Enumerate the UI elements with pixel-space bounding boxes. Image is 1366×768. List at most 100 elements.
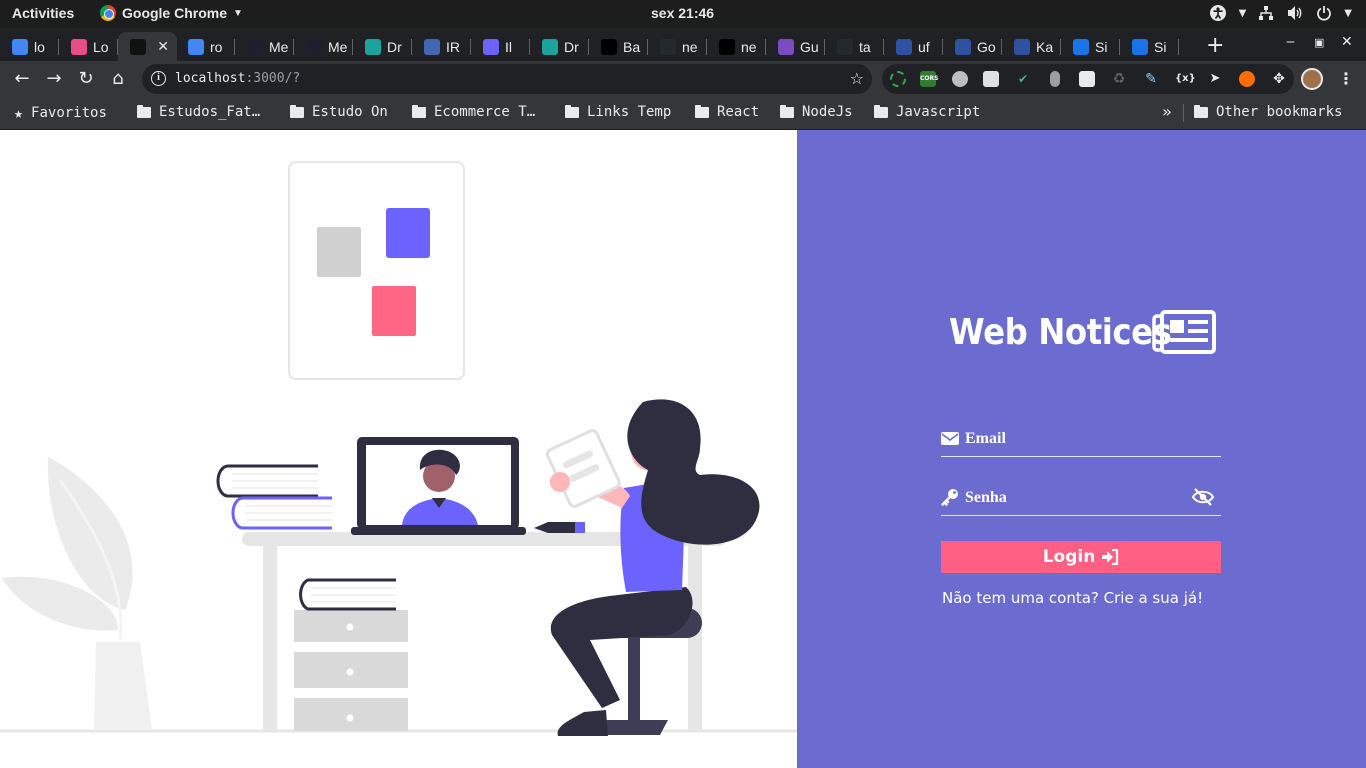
browser-toolbar: ← → ↻ ⌂ i localhost:3000/? ☆ CORS ✔ ♻ ✎ …: [0, 61, 1366, 97]
bookmark-label: Ecommerce T…: [434, 104, 536, 120]
illustration-svg: [0, 161, 797, 736]
bookmarks-bar: ★ Favoritos Estudos_Fat… Estudo On Ecommer…: [0, 97, 1366, 130]
url-path: :3000/?: [245, 71, 301, 86]
json-extension-icon[interactable]: {x}: [1175, 71, 1196, 87]
system-tray[interactable]: ▼ ▼: [1209, 4, 1352, 22]
reload-button[interactable]: ↻: [75, 68, 97, 90]
illustration-icon: [483, 38, 499, 55]
chrome-menu-icon[interactable]: ⋮: [1338, 69, 1354, 88]
info-icon[interactable]: i: [151, 71, 166, 86]
browser-tab[interactable]: ne: [707, 32, 766, 61]
activities-button[interactable]: Activities: [12, 5, 74, 21]
accessibility-icon: [1209, 5, 1226, 21]
tab-title: ne: [741, 38, 757, 55]
folder-icon: [1194, 104, 1208, 118]
folder-icon: [137, 104, 151, 118]
browser-tab[interactable]: ne: [648, 32, 707, 61]
network-icon: [1259, 6, 1274, 20]
url-text[interactable]: localhost:3000/?: [175, 71, 300, 86]
bookmark-folder[interactable]: React: [695, 104, 759, 120]
bookmark-folder[interactable]: Links Temp: [565, 104, 671, 120]
forward-button[interactable]: →: [43, 68, 65, 90]
browser-tab[interactable]: Lo: [59, 32, 118, 61]
browser-tab[interactable]: Go: [943, 32, 1002, 61]
mal-icon: [955, 38, 971, 55]
browser-tab[interactable]: Me: [235, 32, 294, 61]
bookmark-star-icon[interactable]: ☆: [850, 69, 864, 88]
bookmark-folder[interactable]: Estudos_Fat…: [137, 104, 260, 120]
browser-tab[interactable]: Me: [294, 32, 353, 61]
tab-title: Dr: [387, 38, 402, 55]
tab-separator: [1178, 39, 1179, 55]
login-button[interactable]: Login: [941, 541, 1221, 573]
minimize-button[interactable]: ‒: [1286, 34, 1295, 50]
calendar-extension-icon[interactable]: [983, 71, 999, 87]
browser-tab[interactable]: Si: [1120, 32, 1179, 61]
star-icon: ★: [14, 104, 24, 122]
profile-avatar[interactable]: [1301, 68, 1323, 90]
bookmark-label: Favoritos: [31, 105, 107, 121]
folder-icon: [874, 104, 888, 118]
puzzle-extensions-icon[interactable]: ✥: [1271, 71, 1287, 87]
password-input[interactable]: [965, 482, 1205, 514]
bookmark-label: React: [717, 104, 760, 120]
close-window-button[interactable]: ✕: [1341, 34, 1353, 50]
page-extension-icon[interactable]: [1079, 71, 1095, 87]
browser-tab[interactable]: Il: [471, 32, 530, 61]
vue-devtools-icon[interactable]: ✔: [1015, 71, 1031, 87]
password-field-wrapper: [941, 482, 1221, 516]
back-button[interactable]: ←: [11, 68, 33, 90]
signup-link[interactable]: Não tem uma conta? Crie a sua já!: [942, 589, 1203, 607]
tab-title: Go: [977, 38, 996, 55]
browser-tab[interactable]: Si: [1061, 32, 1120, 61]
bookmark-folder[interactable]: NodeJs: [780, 104, 853, 120]
app-logo: Web Notices: [949, 310, 1218, 354]
close-tab-icon[interactable]: ✕: [157, 38, 169, 55]
browser-tab[interactable]: lo: [0, 32, 59, 61]
clock[interactable]: sex 21:46: [651, 5, 714, 21]
key-icon: [941, 489, 958, 506]
pencil-extension-icon[interactable]: ✎: [1143, 71, 1159, 87]
mouse-extension-icon[interactable]: [1050, 71, 1060, 87]
bookmarks-overflow-button[interactable]: »: [1162, 102, 1172, 121]
address-bar[interactable]: i localhost:3000/? ☆: [142, 64, 872, 94]
browser-tab[interactable]: ta: [825, 32, 884, 61]
eye-slash-icon[interactable]: [1191, 487, 1215, 507]
cursor-extension-icon[interactable]: ➤: [1207, 71, 1223, 87]
browser-tab[interactable]: Gu: [766, 32, 825, 61]
sign-in-icon: [1102, 549, 1119, 565]
tab-title: Gu: [800, 38, 819, 55]
power-icon: [1317, 6, 1332, 21]
browser-tab[interactable]: Ba: [589, 32, 648, 61]
gear-extension-icon[interactable]: [952, 71, 968, 87]
browser-tab[interactable]: uf: [884, 32, 943, 61]
email-input[interactable]: [965, 423, 1205, 455]
bookmark-folder[interactable]: Estudo On: [290, 104, 388, 120]
tab-title: ro: [210, 38, 223, 55]
bookmark-folder[interactable]: Ecommerce T…: [412, 104, 535, 120]
browser-tab[interactable]: ro: [176, 32, 235, 61]
bookmark-label: Javascript: [896, 104, 981, 120]
bookmark-favorites[interactable]: ★ Favoritos: [14, 104, 107, 122]
extension-ring-icon[interactable]: [890, 71, 906, 87]
play-icon: [424, 38, 440, 55]
cors-extension-icon[interactable]: CORS: [920, 71, 938, 87]
new-tab-button[interactable]: +: [1206, 33, 1224, 58]
tab-title: Me: [269, 38, 289, 55]
tab-title: Me: [328, 38, 348, 55]
app-menu[interactable]: Google Chrome ▼: [100, 5, 243, 21]
recycle-extension-icon[interactable]: ♻: [1111, 71, 1127, 87]
bookmark-folder[interactable]: Javascript: [874, 104, 980, 120]
browser-tab[interactable]: Dr: [530, 32, 589, 61]
bookmark-other[interactable]: Other bookmarks: [1194, 104, 1342, 120]
browser-tab[interactable]: Dr: [353, 32, 412, 61]
browser-tab[interactable]: IR: [412, 32, 471, 61]
plant-illustration: [2, 457, 152, 730]
fox-extension-icon[interactable]: [1239, 71, 1255, 87]
home-button[interactable]: ⌂: [107, 68, 129, 90]
browser-tab[interactable]: ✕: [118, 32, 177, 61]
email-field-wrapper: [941, 423, 1221, 457]
browser-tab[interactable]: Ka: [1002, 32, 1061, 61]
chevron-down-icon: ▼: [1344, 7, 1352, 19]
maximize-button[interactable]: ▣: [1314, 36, 1324, 49]
